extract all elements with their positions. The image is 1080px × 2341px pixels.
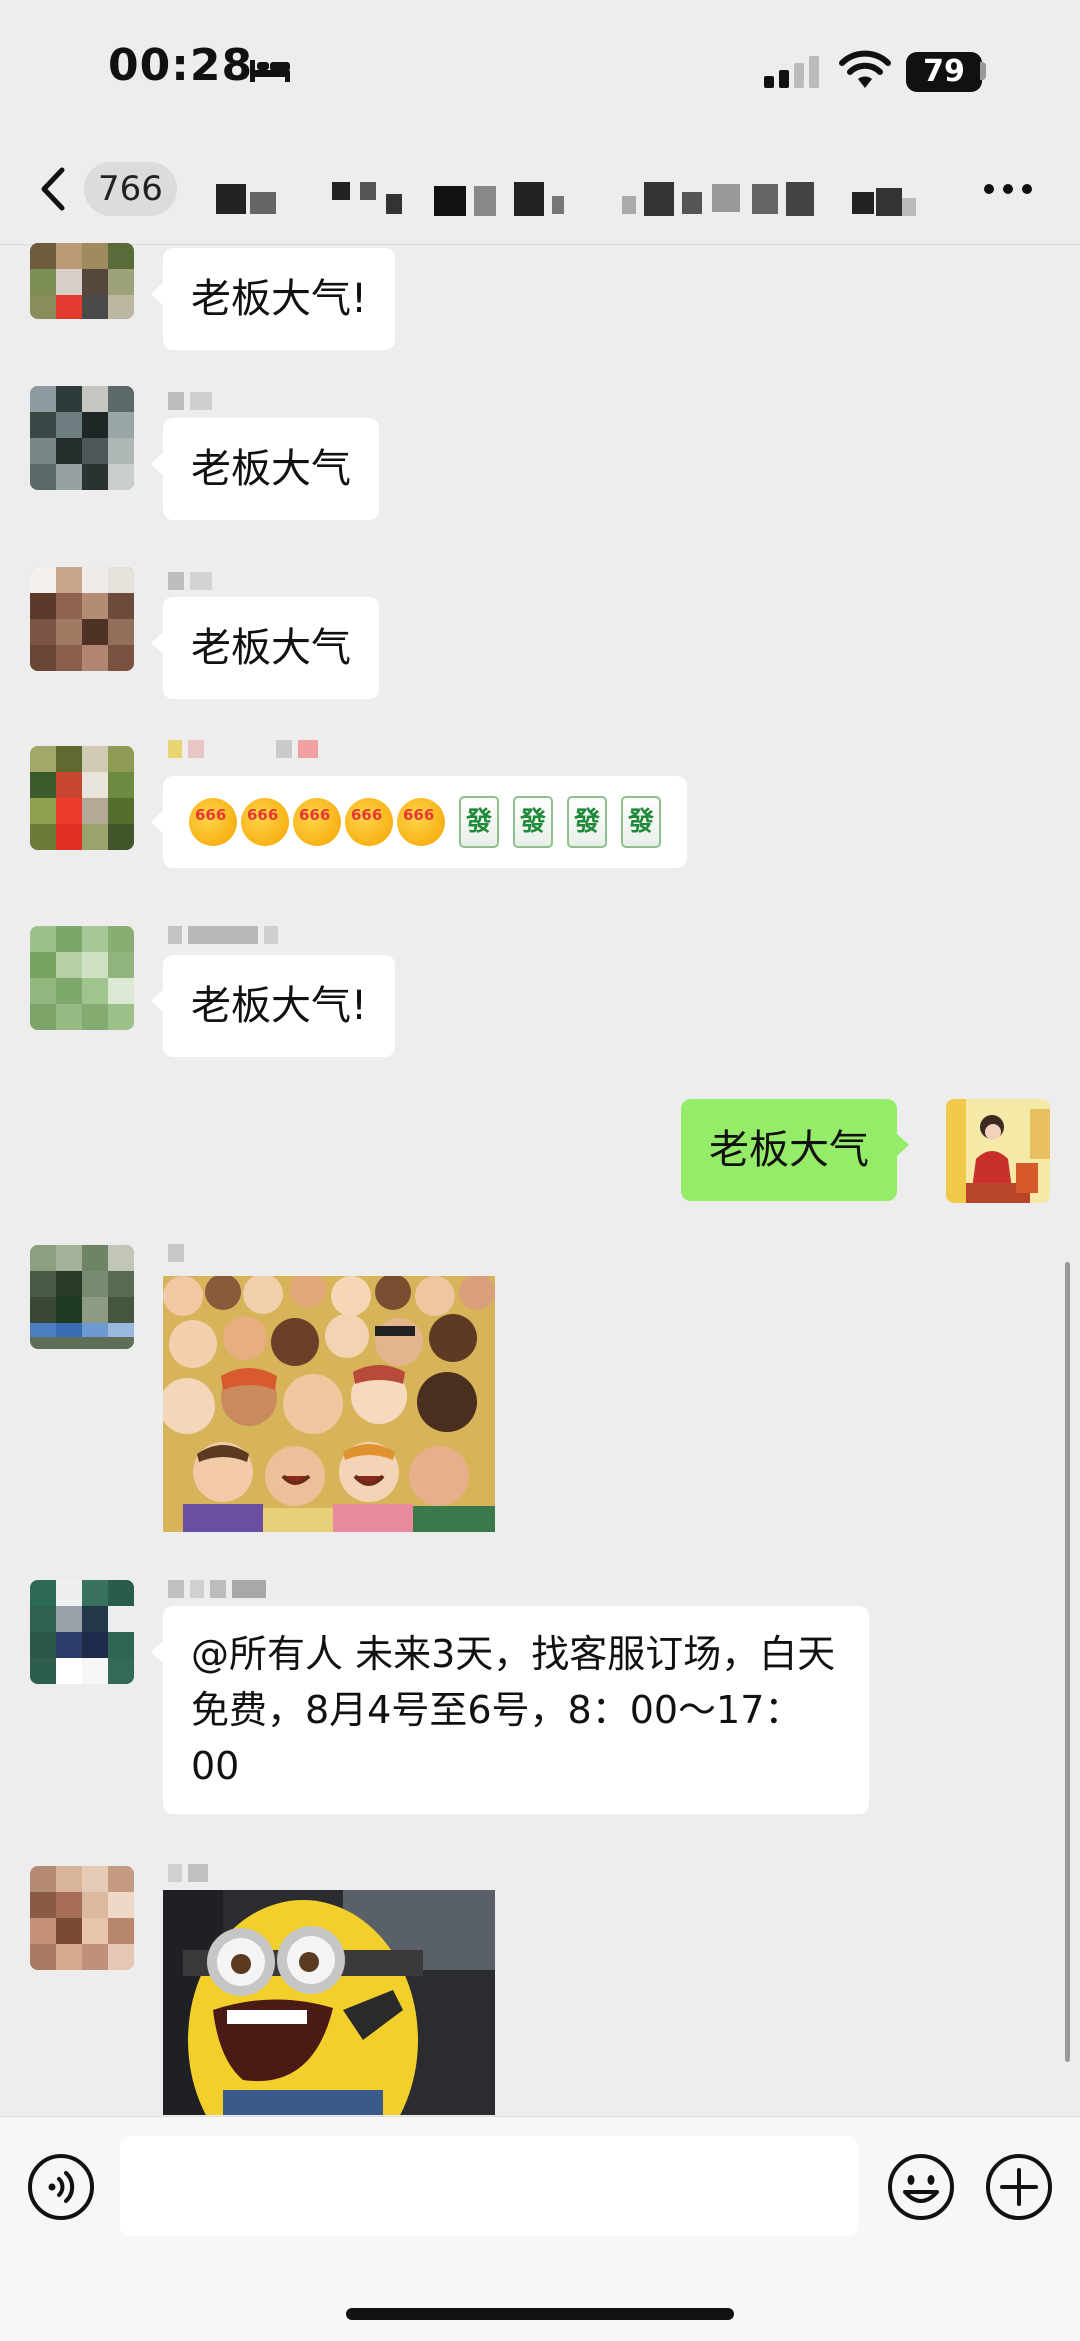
message-bubble[interactable]: 老板大气! <box>150 955 396 1057</box>
mahjong-fa-tile-icon: 發 <box>621 796 661 848</box>
emoji-666-face-icon: 666 <box>345 798 393 846</box>
emoji-message-bubble[interactable]: 666 666 666 666 666 發 發 發 發 <box>151 776 687 868</box>
minion-laughing-image <box>163 1890 495 2115</box>
emoji-666-face-icon: 666 <box>241 798 289 846</box>
emoji-666-face-icon: 666 <box>397 798 445 846</box>
battery-indicator: 79 <box>906 52 982 92</box>
avatar[interactable] <box>30 1245 134 1349</box>
own-avatar[interactable] <box>946 1099 1050 1203</box>
battery-tip <box>980 62 986 80</box>
avatar[interactable] <box>30 243 134 319</box>
mahjong-fa-tile-icon: 發 <box>567 796 607 848</box>
mahjong-fa-tile-icon: 發 <box>459 796 499 848</box>
header-divider <box>0 244 1080 245</box>
more-dots-icon[interactable] <box>982 182 1034 196</box>
announcement-bubble[interactable]: @所有人 未来3天，找客服订场，白天免费，8月4号至6号，8：00～17：00 <box>151 1606 869 1814</box>
sender-name-mosaic <box>168 1864 208 1882</box>
sleep-focus-icon <box>250 60 290 82</box>
emoji-666-face-icon: 666 <box>189 798 237 846</box>
message-bubble[interactable]: 老板大气! <box>150 248 396 350</box>
cellular-signal-icon <box>764 56 822 88</box>
avatar[interactable] <box>30 1580 134 1684</box>
emoji-icon[interactable] <box>886 2152 956 2222</box>
voice-icon[interactable] <box>26 2152 96 2222</box>
sender-name-mosaic <box>168 572 212 590</box>
sender-name-mosaic <box>168 926 278 944</box>
own-avatar-photo <box>946 1099 1050 1203</box>
message-bubble[interactable]: 老板大气 <box>151 597 379 699</box>
image-message-minion[interactable] <box>163 1890 495 2115</box>
cartoon-crowd-image <box>163 1276 495 1532</box>
sender-name-mosaic <box>168 740 318 758</box>
wifi-icon <box>839 50 891 88</box>
avatar[interactable] <box>30 926 134 1030</box>
image-message-cartoon-crowd[interactable] <box>163 1276 495 1532</box>
title-mosaic <box>216 182 916 216</box>
sender-name-mosaic <box>168 1244 184 1262</box>
mahjong-fa-tile-icon: 發 <box>513 796 553 848</box>
unread-count-badge[interactable]: 766 <box>84 162 177 216</box>
avatar[interactable] <box>30 746 134 850</box>
own-message-bubble[interactable]: 老板大气 <box>681 1099 909 1201</box>
avatar[interactable] <box>30 386 134 490</box>
home-indicator <box>346 2308 734 2320</box>
emoji-row: 666 666 666 666 666 發 發 發 發 <box>189 796 661 848</box>
status-time: 00:28 <box>108 40 254 91</box>
sender-name-mosaic <box>168 1580 266 1598</box>
message-input[interactable] <box>120 2136 858 2236</box>
sender-name-mosaic <box>168 392 212 410</box>
back-chevron-icon[interactable] <box>36 166 70 212</box>
avatar[interactable] <box>30 1866 134 1970</box>
message-bubble[interactable]: 老板大气 <box>151 418 379 520</box>
emoji-666-face-icon: 666 <box>293 798 341 846</box>
plus-icon[interactable] <box>984 2152 1054 2222</box>
avatar[interactable] <box>30 567 134 671</box>
scrollbar[interactable] <box>1065 1262 1070 2062</box>
